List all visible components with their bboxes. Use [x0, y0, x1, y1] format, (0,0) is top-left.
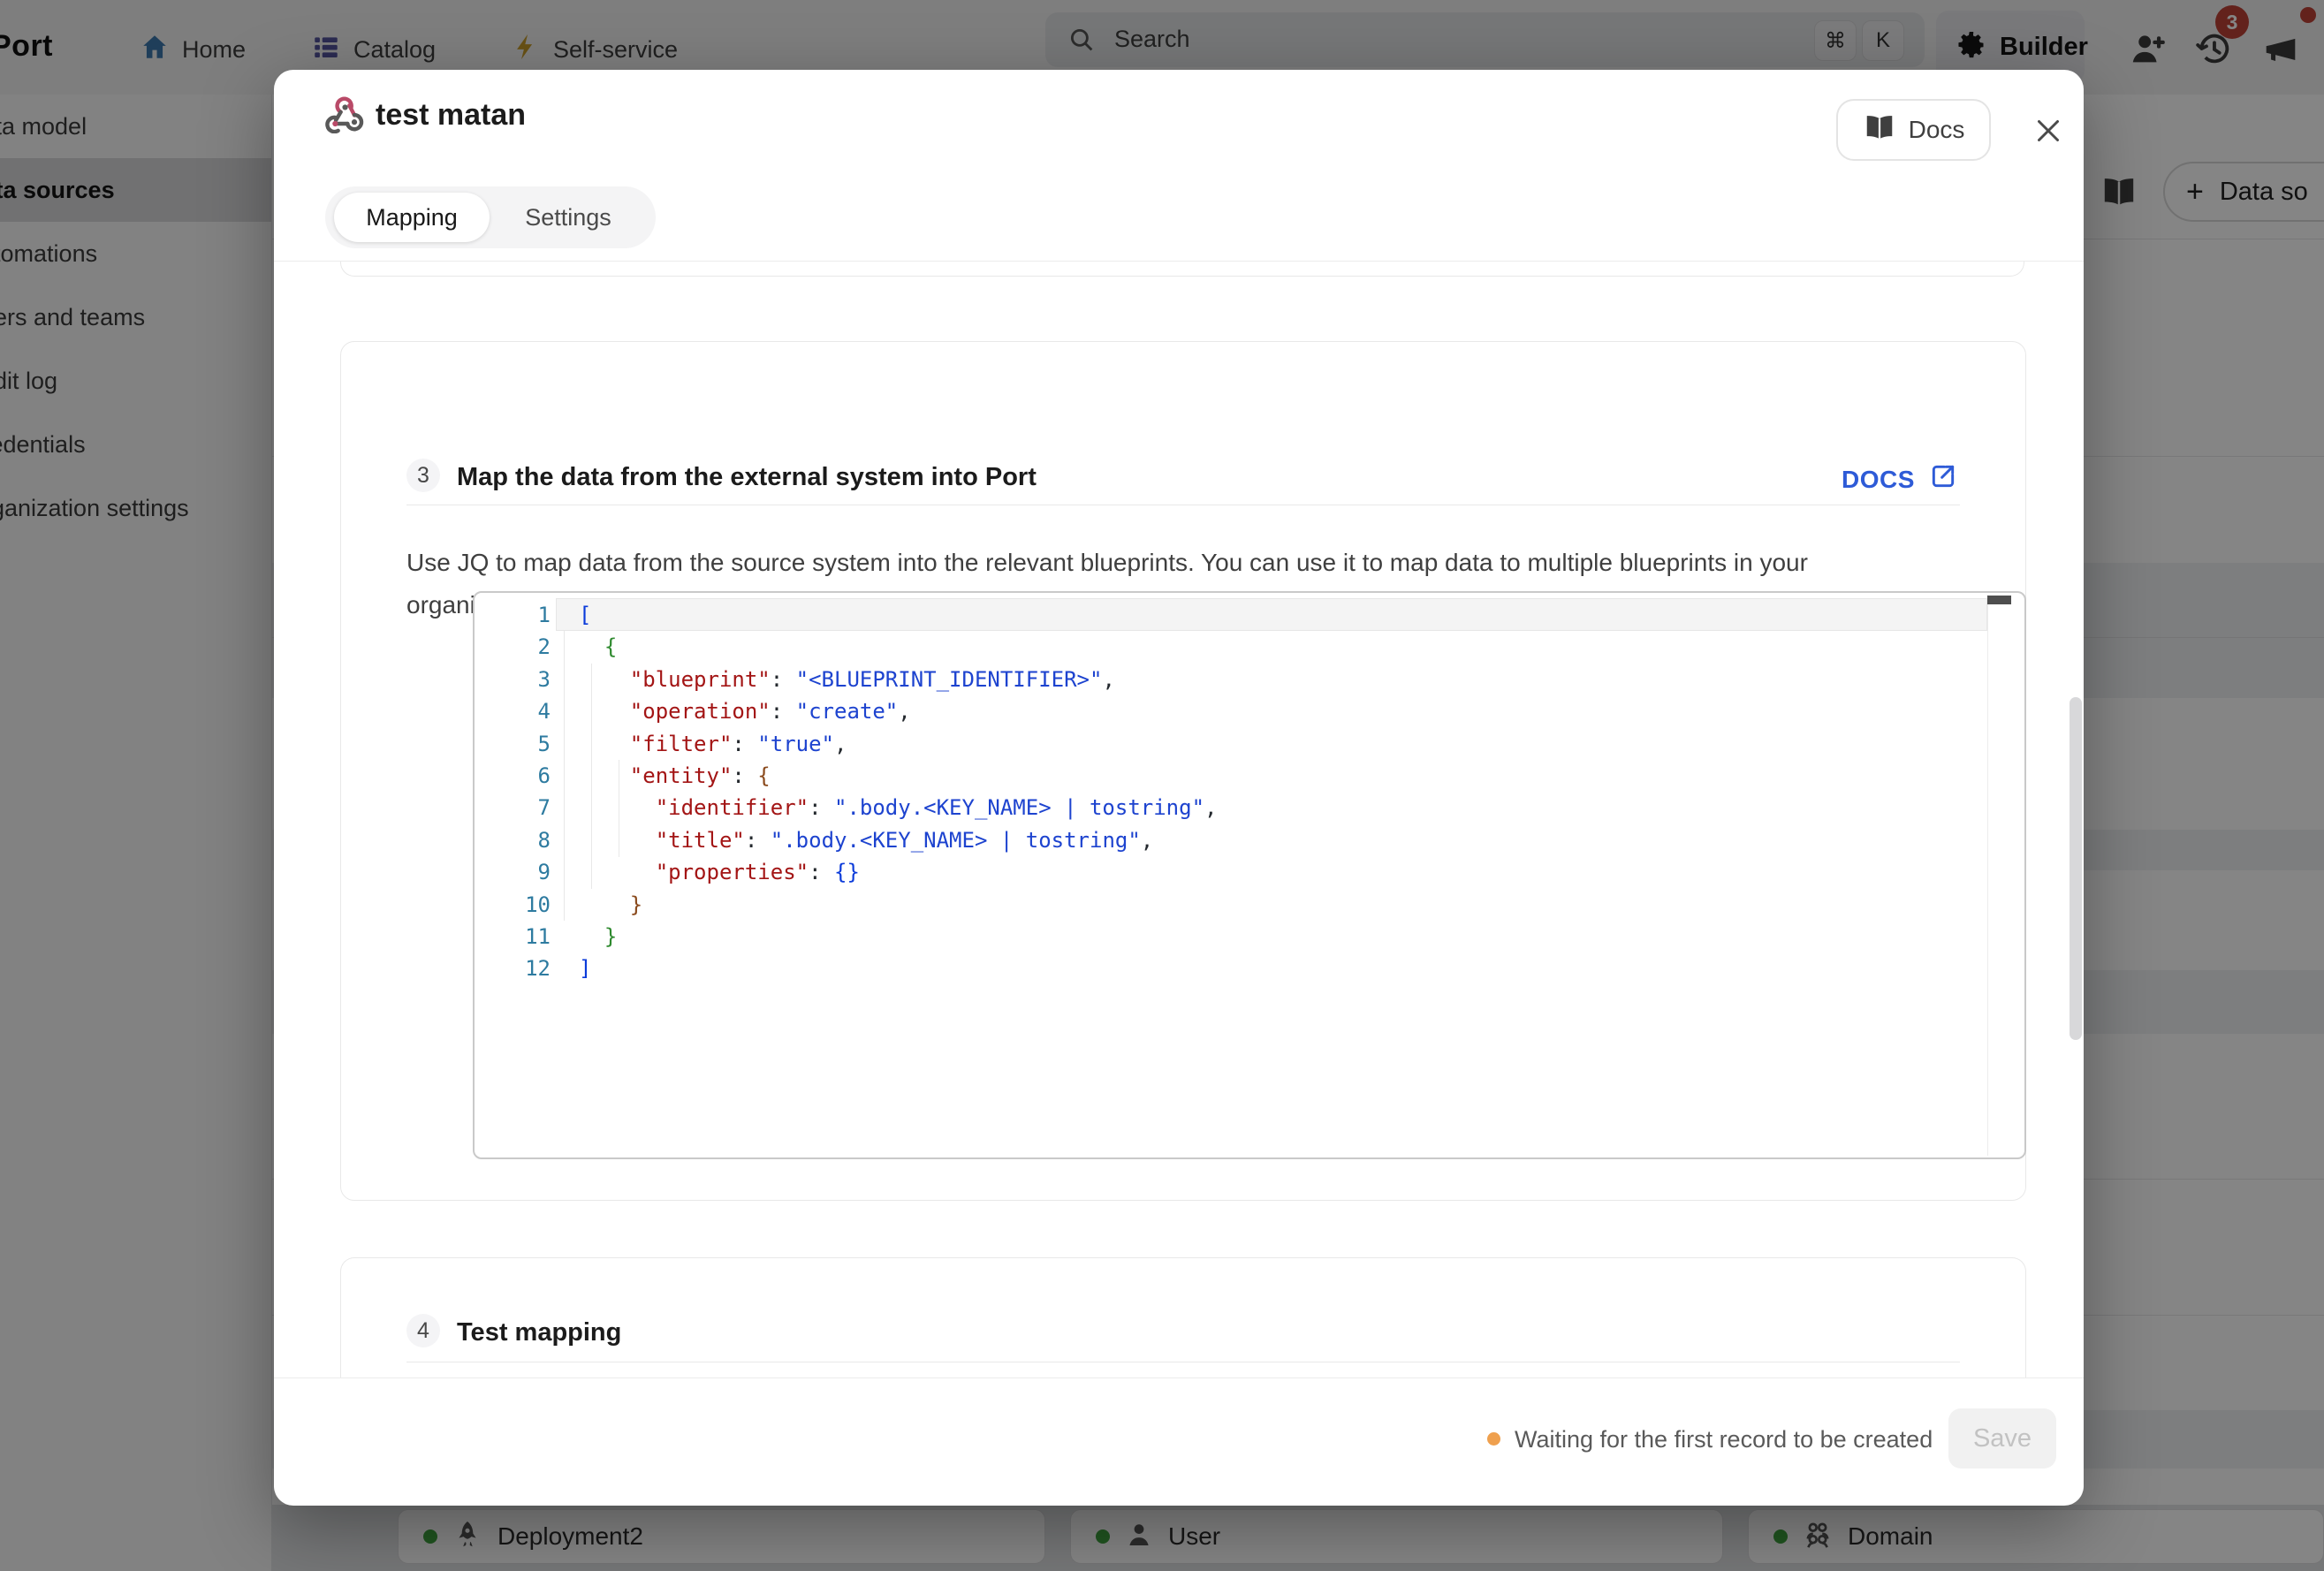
close-icon[interactable]	[2032, 115, 2064, 151]
section-title: Map the data from the external system in…	[457, 463, 1037, 492]
modal-tabs: Mapping Settings	[325, 186, 656, 248]
code-content[interactable]: [ { "blueprint": "<BLUEPRINT_IDENTIFIER>…	[579, 599, 1217, 985]
modal-title: test matan	[376, 98, 526, 133]
editor-scroll-track	[1987, 595, 1988, 1156]
modal-footer: Waiting for the first record to be creat…	[274, 1377, 2084, 1506]
data-source-modal: test matan Docs Mapping Settings 3 Map t…	[274, 70, 2084, 1505]
section-map-data-card: 3 Map the data from the external system …	[340, 341, 2026, 1201]
tab-settings[interactable]: Settings	[490, 186, 647, 248]
editor-scrollbar-thumb[interactable]	[1987, 596, 2011, 604]
step-number-badge: 4	[406, 1314, 440, 1347]
modal-scrollbar-thumb[interactable]	[2070, 697, 2082, 1040]
status-text: Waiting for the first record to be creat…	[1515, 1426, 1933, 1453]
webhook-icon	[325, 95, 364, 138]
save-button[interactable]: Save	[1948, 1408, 2056, 1469]
docs-button[interactable]: Docs	[1836, 99, 1991, 161]
indent-guide	[564, 631, 565, 921]
book-icon	[1863, 114, 1896, 147]
previous-card-bottom	[340, 262, 2024, 277]
step-number-badge: 3	[406, 459, 440, 492]
screen: Port Home Catalog Self-service	[0, 0, 2324, 1571]
docs-link-label: DOCS	[1842, 466, 1915, 494]
docs-link[interactable]: DOCS	[1842, 462, 1957, 497]
section-test-mapping-card: 4 Test mapping	[340, 1257, 2026, 1378]
section-title: Test mapping	[457, 1318, 621, 1347]
external-link-icon	[1929, 462, 1957, 497]
line-numbers: 123456789101112	[475, 599, 551, 985]
tab-mapping[interactable]: Mapping	[334, 193, 490, 242]
status-dot	[1487, 1432, 1500, 1446]
jq-mapping-editor[interactable]: 123456789101112 [ { "blueprint": "<BLUEP…	[473, 591, 2026, 1159]
docs-button-label: Docs	[1909, 116, 1965, 144]
